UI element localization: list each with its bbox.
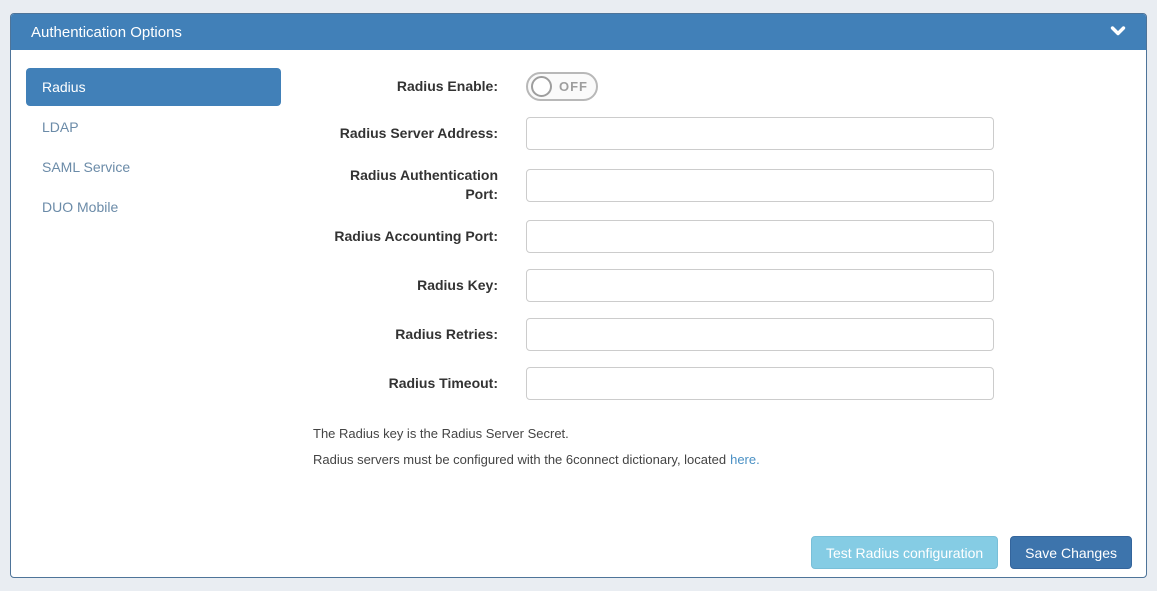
authentication-options-panel: Authentication Options Radius LDAP SAML … [10, 13, 1147, 578]
radius-help-notes: The Radius key is the Radius Server Secr… [313, 426, 1146, 467]
radius-retries-row: Radius Retries: [281, 318, 1146, 351]
radius-retries-label: Radius Retries: [326, 325, 498, 344]
radius-retries-input[interactable] [526, 318, 994, 351]
radius-server-address-label: Radius Server Address: [326, 124, 498, 143]
auth-method-sidebar: Radius LDAP SAML Service DUO Mobile [11, 68, 281, 579]
radius-enable-row: Radius Enable: OFF [281, 72, 1146, 101]
sidebar-item-ldap[interactable]: LDAP [26, 108, 281, 146]
radius-key-input[interactable] [526, 269, 994, 302]
sidebar-item-label: LDAP [42, 119, 79, 135]
footer-actions: Test Radius configuration Save Changes [811, 536, 1132, 569]
radius-enable-label: Radius Enable: [326, 77, 498, 96]
radius-key-label: Radius Key: [326, 276, 498, 295]
save-changes-button[interactable]: Save Changes [1010, 536, 1132, 569]
radius-key-row: Radius Key: [281, 269, 1146, 302]
dictionary-here-link[interactable]: here. [730, 452, 760, 467]
radius-dictionary-note-text: Radius servers must be configured with t… [313, 452, 726, 467]
chevron-down-icon [1110, 24, 1126, 41]
panel-body: Radius LDAP SAML Service DUO Mobile Radi… [11, 50, 1146, 579]
radius-authentication-port-label: Radius Authentication Port: [326, 166, 498, 204]
sidebar-item-label: DUO Mobile [42, 199, 118, 215]
radius-accounting-port-row: Radius Accounting Port: [281, 220, 1146, 253]
sidebar-item-radius[interactable]: Radius [26, 68, 281, 106]
radius-server-address-row: Radius Server Address: [281, 117, 1146, 150]
radius-key-note: The Radius key is the Radius Server Secr… [313, 426, 1146, 441]
radius-enable-toggle[interactable]: OFF [526, 72, 598, 101]
collapse-panel-button[interactable] [1108, 22, 1128, 43]
test-radius-configuration-button[interactable]: Test Radius configuration [811, 536, 998, 569]
radius-accounting-port-label: Radius Accounting Port: [326, 227, 498, 246]
toggle-state-label: OFF [559, 79, 588, 94]
panel-header: Authentication Options [11, 14, 1146, 50]
radius-timeout-label: Radius Timeout: [326, 374, 498, 393]
radius-dictionary-note: Radius servers must be configured with t… [313, 452, 1146, 467]
radius-authentication-port-input[interactable] [526, 169, 994, 202]
sidebar-item-saml-service[interactable]: SAML Service [26, 148, 281, 186]
sidebar-item-label: Radius [42, 79, 86, 95]
radius-accounting-port-input[interactable] [526, 220, 994, 253]
toggle-knob-icon [531, 76, 552, 97]
sidebar-item-duo-mobile[interactable]: DUO Mobile [26, 188, 281, 226]
radius-authentication-port-row: Radius Authentication Port: [281, 166, 1146, 204]
radius-settings-form: Radius Enable: OFF Radius Server Address… [281, 68, 1146, 579]
radius-server-address-input[interactable] [526, 117, 994, 150]
panel-title: Authentication Options [31, 24, 182, 41]
radius-timeout-row: Radius Timeout: [281, 367, 1146, 400]
radius-timeout-input[interactable] [526, 367, 994, 400]
sidebar-item-label: SAML Service [42, 159, 130, 175]
